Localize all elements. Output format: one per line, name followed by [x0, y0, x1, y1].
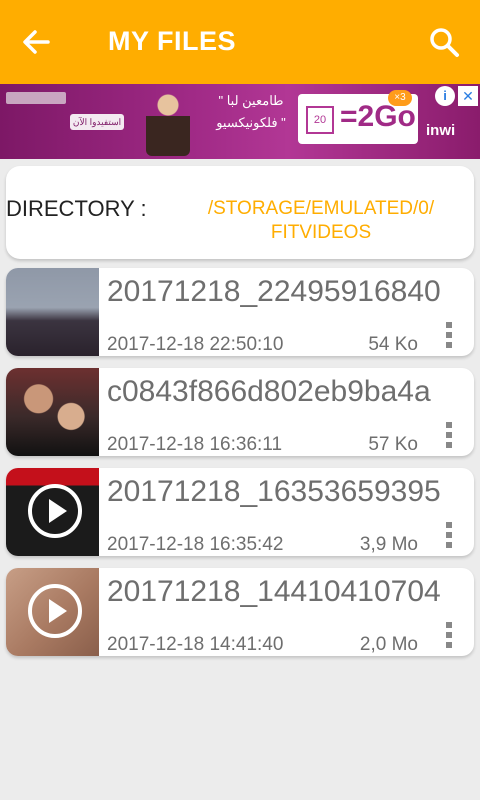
file-date: 2017-12-18 14:41:40 — [107, 634, 284, 655]
file-row[interactable]: 20171218_22495916840 2017-12-18 22:50:10… — [6, 268, 474, 356]
file-size: 2,0 Mo — [359, 634, 418, 655]
more-options-icon[interactable] — [446, 322, 452, 352]
file-row[interactable]: 20171218_14410410704 2017-12-18 14:41:40… — [6, 568, 474, 656]
page-title: MY FILES — [108, 26, 237, 56]
app-bar: MY FILES — [0, 0, 480, 84]
more-options-icon[interactable] — [446, 622, 452, 652]
directory-card: DIRECTORY : /STORAGE/EMULATED/0/ FITVIDE… — [6, 166, 474, 259]
file-row[interactable]: c0843f866d802eb9ba4a 2017-12-18 16:36:11… — [6, 368, 474, 456]
play-icon — [28, 484, 82, 538]
file-name: 20171218_16353659395 — [107, 475, 441, 508]
info-icon[interactable]: i — [435, 86, 455, 106]
directory-path: /STORAGE/EMULATED/0/ FITVIDEOS — [207, 198, 435, 243]
file-date: 2017-12-18 22:50:10 — [107, 334, 284, 355]
file-name: 20171218_14410410704 — [107, 575, 441, 608]
ad-badge: ×3 — [388, 90, 412, 106]
file-row[interactable]: 20171218_16353659395 2017-12-18 16:35:42… — [6, 468, 474, 556]
ad-person-image — [146, 88, 190, 156]
more-options-icon[interactable] — [446, 522, 452, 552]
ad-brand-logo: inwi — [426, 122, 456, 139]
video-play-thumbnail — [6, 568, 99, 656]
people-selfie-thumbnail — [6, 368, 99, 456]
file-date: 2017-12-18 16:35:42 — [107, 534, 284, 555]
file-size: 3,9 Mo — [359, 534, 418, 555]
file-name: c0843f866d802eb9ba4a — [107, 375, 431, 408]
file-size: 57 Ko — [368, 434, 418, 455]
file-date: 2017-12-18 16:36:11 — [107, 434, 283, 455]
ad-headline: " طامعين لبا فلكونيكسيو " — [216, 93, 286, 130]
ad-cta-button[interactable]: استفيدوا الآن — [70, 114, 124, 130]
directory-label: DIRECTORY : — [6, 196, 147, 221]
city-night-thumbnail — [6, 268, 99, 356]
search-icon[interactable] — [428, 26, 460, 58]
file-size: 54 Ko — [368, 334, 418, 355]
video-play-thumbnail — [6, 468, 99, 556]
arrow-left-icon[interactable] — [20, 26, 52, 58]
ad-tagline — [6, 92, 66, 104]
ad-offer-number: 20 — [306, 106, 334, 134]
ad-banner[interactable]: استفيدوا الآن " طامعين لبا فلكونيكسيو " … — [0, 84, 480, 159]
file-name: 20171218_22495916840 — [107, 275, 441, 308]
close-icon[interactable]: ✕ — [458, 86, 478, 106]
more-options-icon[interactable] — [446, 422, 452, 452]
play-icon — [28, 584, 82, 638]
